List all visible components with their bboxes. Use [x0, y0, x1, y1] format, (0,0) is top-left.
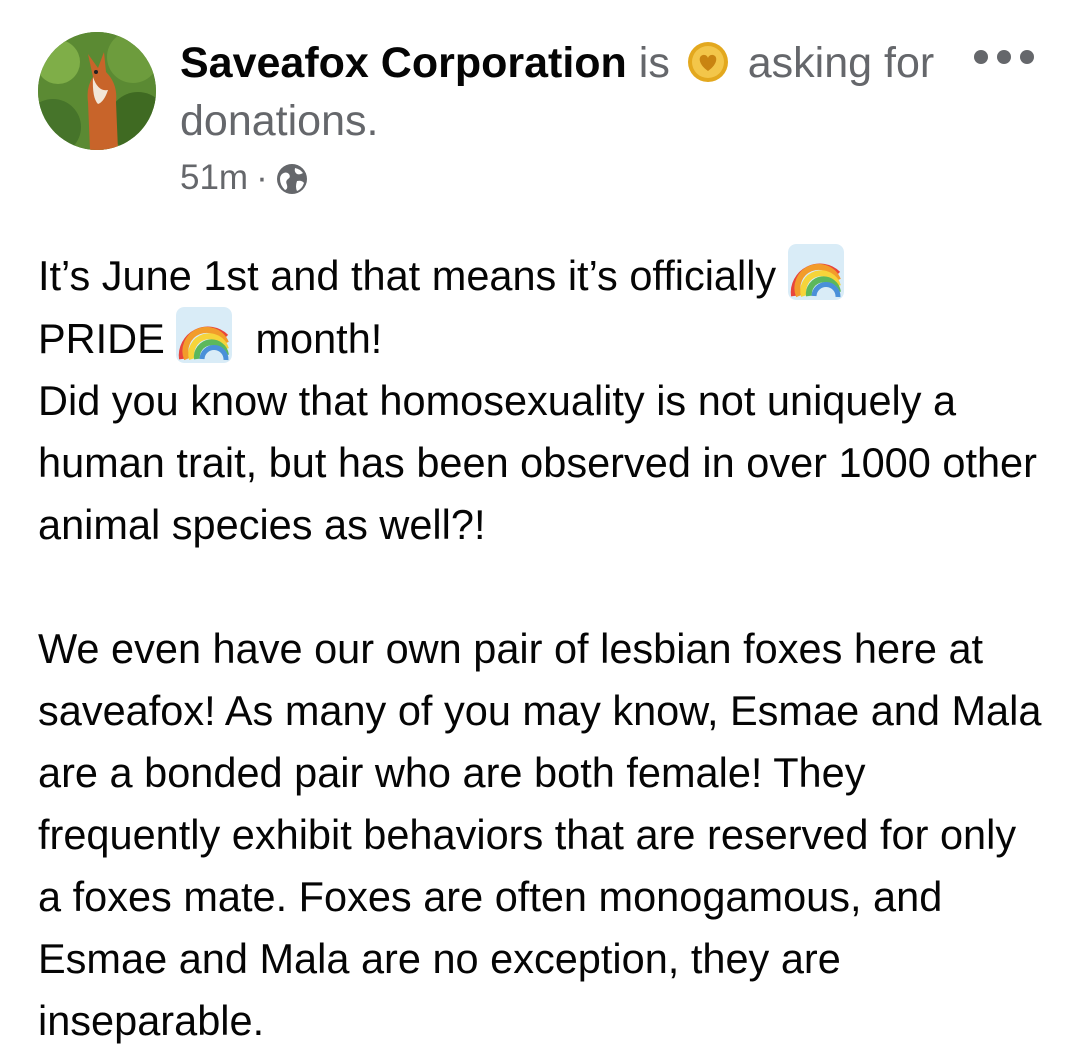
paragraph-1-text-b: PRIDE [38, 315, 165, 362]
post-body: It’s June 1st and that means it’s offici… [38, 244, 1048, 1052]
paragraph-1-text-a: It’s June 1st and that means it’s offici… [38, 252, 777, 299]
more-options-dot [974, 50, 988, 64]
page-name-link[interactable]: Saveafox Corporation [180, 39, 627, 87]
post-paragraph-3: We even have our own pair of lesbian fox… [38, 625, 1042, 1044]
globe-icon[interactable] [276, 162, 308, 194]
page-avatar[interactable] [38, 32, 156, 150]
rainbow-emoji-icon [176, 307, 233, 363]
post-header: Saveafox Corporation is asking for donat… [38, 30, 1048, 210]
post-header-text: Saveafox Corporation is asking for donat… [180, 34, 940, 150]
more-options-dot [997, 50, 1011, 64]
heart-coin-icon [686, 40, 730, 84]
status-is-text: is [638, 39, 670, 87]
paragraph-1-text-c: month! [255, 315, 383, 362]
post-paragraph-2: Did you know that homosexuality is not u… [38, 377, 1037, 548]
rainbow-emoji-icon [787, 244, 844, 300]
timestamp-link[interactable]: 51m [180, 156, 248, 200]
more-options-button[interactable] [974, 42, 1034, 72]
post-meta: 51m · [180, 156, 308, 200]
fox-avatar-icon [38, 32, 156, 150]
meta-separator: · [256, 158, 268, 197]
post-paragraph-1: It’s June 1st and that means it’s offici… [38, 244, 1048, 370]
more-options-dot [1020, 50, 1034, 64]
